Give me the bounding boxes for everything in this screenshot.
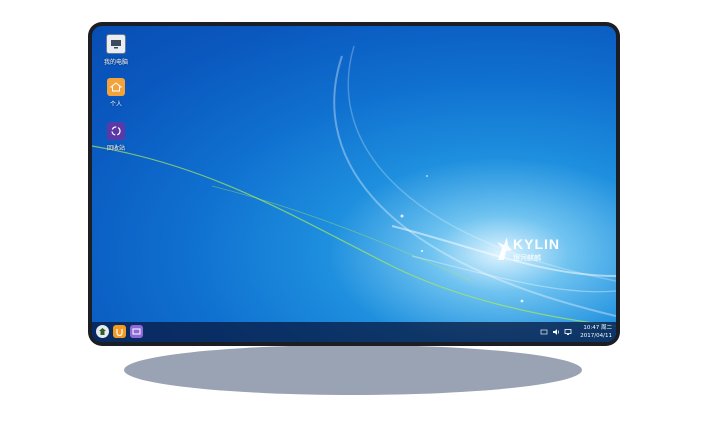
desktop-icon-home[interactable]: 个人	[96, 78, 136, 108]
taskbar: 10:47 周二 2017/04/11	[92, 322, 616, 342]
desktop-icon-recycle-bin[interactable]: 回收站	[96, 122, 136, 152]
taskbar-clock[interactable]: 10:47 周二 2017/04/11	[580, 324, 612, 340]
volume-tray-button[interactable]	[551, 327, 560, 336]
network-icon	[540, 329, 547, 334]
monitor-frame: 我的电脑 个人 回收站 KYLIN 银河麒麟 10:47 周二 2017/04/…	[88, 22, 620, 346]
start-menu-icon	[99, 328, 106, 335]
logo-wordmark: KYLIN	[513, 236, 560, 252]
browser-button[interactable]	[113, 325, 126, 338]
wallpaper	[92, 45, 616, 327]
logo-subtitle: 银河麒麟	[513, 254, 541, 262]
recycle-bin-icon	[107, 122, 125, 140]
desktop-icon-label: 回收站	[106, 145, 125, 152]
clock-time: 10:47 周二	[583, 325, 612, 331]
clock-date: 2017/04/11	[580, 333, 612, 339]
browser-icon	[116, 329, 123, 336]
network-tray-button[interactable]	[539, 327, 548, 336]
desktop-icon-computer[interactable]: 我的电脑	[96, 34, 136, 66]
file-manager-button[interactable]	[130, 325, 143, 338]
kylin-emblem-icon	[497, 237, 512, 260]
desktop-icon-label: 个人	[109, 101, 122, 108]
monitor-shadow	[124, 345, 582, 395]
computer-icon	[106, 34, 126, 54]
display-tray-button[interactable]	[563, 327, 572, 336]
file-manager-icon	[132, 328, 141, 335]
desktop-screen[interactable]: 我的电脑 个人 回收站 KYLIN 银河麒麟 10:47 周二 2017/04/…	[92, 26, 616, 342]
home-folder-icon	[107, 78, 125, 96]
display-icon	[564, 328, 571, 335]
volume-icon	[552, 328, 559, 335]
start-menu-button[interactable]	[96, 325, 109, 338]
desktop-icon-label: 我的电脑	[103, 59, 128, 66]
